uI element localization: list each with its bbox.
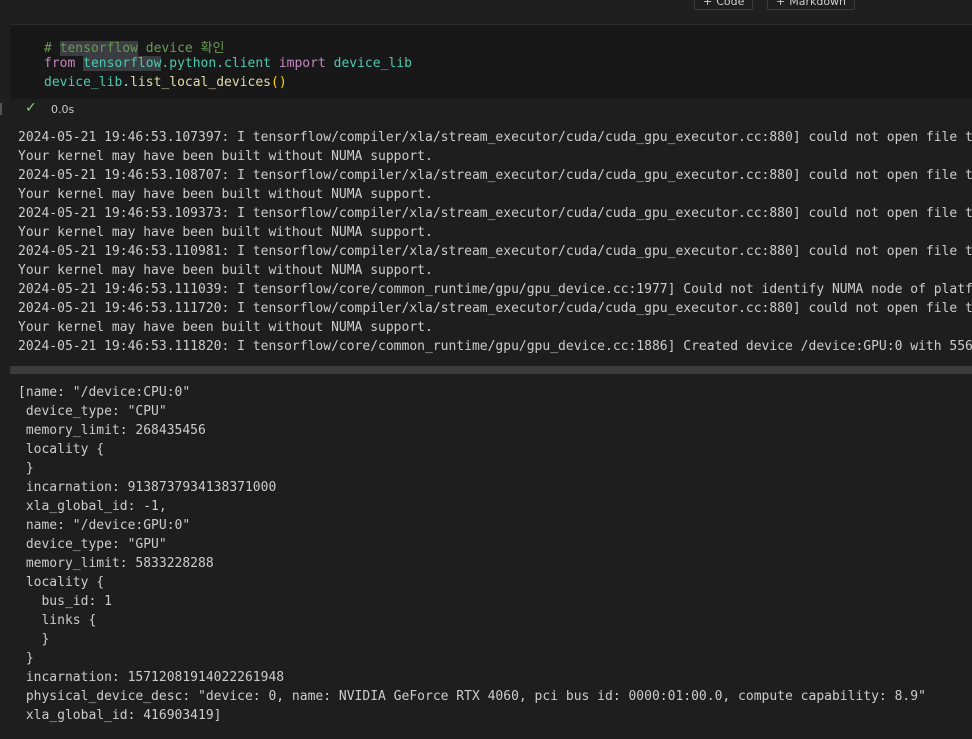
add-markdown-cell-button[interactable]: + Markdown	[767, 0, 856, 10]
output-divider[interactable]	[10, 366, 972, 374]
result-line: name: "/device:GPU:0"	[18, 518, 191, 533]
code-line-3: device_lib.list_local_devices()	[44, 75, 287, 90]
stderr-line: 2024-05-21 19:46:53.111039: I tensorflow…	[18, 282, 972, 297]
stderr-line: 2024-05-21 19:46:53.109373: I tensorflow…	[18, 206, 972, 221]
add-code-cell-button[interactable]: + Code	[694, 0, 754, 10]
result-line: links {	[18, 613, 97, 628]
imported-name: device_lib	[333, 56, 412, 71]
result-line: incarnation: 9138737934138371000	[18, 480, 277, 495]
code-line-2: from tensorflow.python.client import dev…	[44, 56, 412, 71]
stderr-line: 2024-05-21 19:46:53.110981: I tensorflow…	[18, 244, 972, 259]
result-line: }	[18, 651, 34, 666]
call-parens: ()	[271, 75, 287, 90]
result-line: device_type: "CPU"	[18, 404, 167, 419]
add-code-label: Code	[716, 0, 745, 8]
stderr-line: Your kernel may have been built without …	[18, 149, 433, 164]
call-function: list_local_devices	[130, 75, 271, 90]
plus-icon: +	[703, 0, 713, 8]
result-line: device_type: "GPU"	[18, 537, 167, 552]
result-line: xla_global_id: -1,	[18, 499, 167, 514]
comment-rest: device 확인	[137, 41, 225, 56]
result-line: }	[18, 461, 34, 476]
stderr-line: Your kernel may have been built without …	[18, 187, 433, 202]
cell-gutter-marker	[0, 103, 2, 115]
result-line: bus_id: 1	[18, 594, 112, 609]
result-line: locality {	[18, 575, 105, 590]
add-markdown-label: Markdown	[789, 0, 847, 8]
comment-highlight: tensorflow	[59, 41, 138, 56]
result-line: physical_device_desc: "device: 0, name: …	[18, 689, 926, 704]
stderr-line: Your kernel may have been built without …	[18, 225, 433, 240]
stderr-line: 2024-05-21 19:46:53.111720: I tensorflow…	[18, 301, 972, 316]
result-line: memory_limit: 5833228288	[18, 556, 214, 571]
check-icon: ✓	[25, 100, 37, 116]
stderr-line: Your kernel may have been built without …	[18, 320, 433, 335]
stderr-line: 2024-05-21 19:46:53.111820: I tensorflow…	[18, 339, 972, 354]
stderr-line: 2024-05-21 19:46:53.108707: I tensorflow…	[18, 168, 972, 183]
result-line: [name: "/device:CPU:0"	[18, 385, 191, 400]
keyword-import: import	[278, 56, 326, 71]
module-name: tensorflow	[83, 56, 162, 71]
stderr-line: Your kernel may have been built without …	[18, 263, 433, 278]
call-object: device_lib	[44, 75, 123, 90]
call-dot: .	[122, 75, 131, 90]
notebook-toolbar: + Code + Markdown	[0, 0, 972, 24]
execution-status: ✓ 0.0s	[10, 99, 972, 121]
comment-prefix: #	[44, 41, 60, 56]
result-line: }	[18, 632, 50, 647]
keyword-from: from	[44, 56, 76, 71]
code-cell[interactable]: # tensorflow device 확인 from tensorflow.p…	[10, 24, 972, 121]
cell-output[interactable]: 2024-05-21 19:46:53.107397: I tensorflow…	[10, 124, 972, 739]
code-editor[interactable]: # tensorflow device 확인 from tensorflow.p…	[10, 25, 972, 99]
code-line-1: # tensorflow device 확인	[44, 37, 224, 56]
result-line: incarnation: 15712081914022261948	[18, 670, 285, 685]
execution-duration: 0.0s	[51, 103, 75, 116]
module-path: .python.client	[161, 56, 271, 71]
stderr-line: 2024-05-21 19:46:53.107397: I tensorflow…	[18, 130, 972, 145]
result-line: xla_global_id: 416903419]	[18, 708, 222, 723]
result-line: memory_limit: 268435456	[18, 423, 206, 438]
result-line: locality {	[18, 442, 105, 457]
plus-icon: +	[776, 0, 786, 8]
